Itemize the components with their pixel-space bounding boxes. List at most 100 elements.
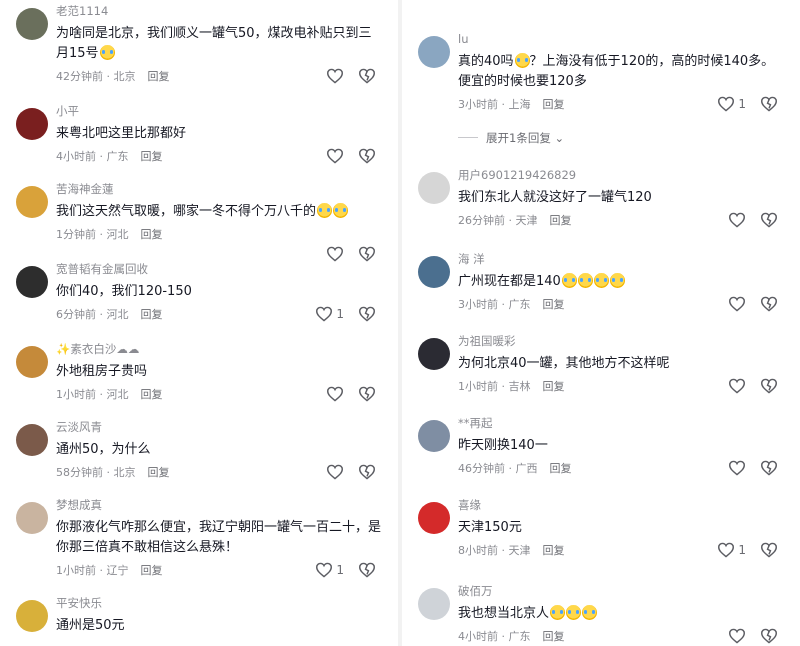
like-button[interactable] <box>728 378 746 394</box>
reply-button[interactable]: 回复 <box>141 150 163 163</box>
avatar[interactable] <box>16 346 48 378</box>
comment-time: 8小时前 <box>458 544 498 557</box>
crying-laugh-emoji-icon <box>566 605 582 620</box>
meta-separator: · <box>103 466 114 479</box>
reply-button[interactable]: 回复 <box>141 308 163 321</box>
dislike-button[interactable] <box>358 464 376 480</box>
avatar[interactable] <box>16 108 48 140</box>
heart-icon <box>728 460 746 476</box>
reply-button[interactable]: 回复 <box>141 228 163 241</box>
dislike-button[interactable] <box>760 212 778 228</box>
like-button[interactable] <box>728 628 746 644</box>
heart-icon <box>717 542 735 558</box>
comment-text: 天津150元 <box>458 518 784 538</box>
avatar[interactable] <box>418 36 450 68</box>
dislike-button[interactable] <box>358 562 376 578</box>
dislike-button[interactable] <box>358 306 376 322</box>
heart-icon <box>717 96 735 112</box>
avatar[interactable] <box>418 338 450 370</box>
comment-author[interactable]: 宽普韬有金属回收 <box>56 262 382 276</box>
expand-replies-button[interactable]: 展开1条回复 ⌄ <box>458 130 564 146</box>
comment-author[interactable]: 喜缘 <box>458 498 784 512</box>
avatar[interactable] <box>418 172 450 204</box>
dislike-button[interactable] <box>760 628 778 644</box>
comment-time: 26分钟前 <box>458 214 505 227</box>
avatar[interactable] <box>418 502 450 534</box>
avatar[interactable] <box>418 256 450 288</box>
reply-button[interactable]: 回复 <box>148 70 170 83</box>
dislike-button[interactable] <box>358 68 376 84</box>
avatar[interactable] <box>418 588 450 620</box>
comment-author[interactable]: 梦想成真 <box>56 498 382 512</box>
heart-icon <box>326 68 344 84</box>
like-button[interactable]: 1 <box>315 562 344 578</box>
reply-button[interactable]: 回复 <box>550 214 572 227</box>
comment-time: 1小时前 <box>56 564 96 577</box>
reply-button[interactable]: 回复 <box>550 462 572 475</box>
broken-heart-icon <box>358 68 376 84</box>
comment-text-content: 天津150元 <box>458 520 522 535</box>
dislike-button[interactable] <box>358 386 376 402</box>
broken-heart-icon <box>760 212 778 228</box>
comment-author[interactable]: 老范1114 <box>56 4 382 18</box>
comment-time: 46分钟前 <box>458 462 505 475</box>
reply-button[interactable]: 回复 <box>543 98 565 111</box>
comment-text: 通州50，为什么 <box>56 440 382 460</box>
like-button[interactable]: 1 <box>717 96 746 112</box>
reply-button[interactable]: 回复 <box>543 544 565 557</box>
reply-button[interactable]: 回复 <box>141 388 163 401</box>
like-button[interactable]: 1 <box>315 306 344 322</box>
comment-author[interactable]: 平安快乐 <box>56 596 382 610</box>
like-button[interactable] <box>326 68 344 84</box>
reply-button[interactable]: 回复 <box>148 466 170 479</box>
like-button[interactable] <box>728 212 746 228</box>
comment-actions <box>326 464 376 480</box>
avatar[interactable] <box>16 266 48 298</box>
reply-button[interactable]: 回复 <box>543 298 565 311</box>
like-button[interactable] <box>326 148 344 164</box>
comment-text: 外地租房子贵吗 <box>56 362 382 382</box>
comment-author[interactable]: 破佰万 <box>458 584 784 598</box>
avatar[interactable] <box>16 186 48 218</box>
like-button[interactable] <box>326 386 344 402</box>
comment-author[interactable]: lu <box>458 32 784 46</box>
comment-author[interactable]: 为祖国暖彩 <box>458 334 784 348</box>
dislike-button[interactable] <box>358 148 376 164</box>
dislike-button[interactable] <box>760 296 778 312</box>
comment-time: 3小时前 <box>458 98 498 111</box>
like-button[interactable] <box>728 296 746 312</box>
like-button[interactable] <box>326 464 344 480</box>
comment-author[interactable]: 苦海神金蓮 <box>56 182 382 196</box>
comment-author[interactable]: ✨素衣白沙☁☁ <box>56 342 382 356</box>
comment-text-content: 我也想当北京人 <box>458 606 550 621</box>
like-count: 1 <box>336 307 344 321</box>
like-button[interactable] <box>728 460 746 476</box>
like-button[interactable]: 1 <box>717 542 746 558</box>
dislike-button[interactable] <box>760 460 778 476</box>
avatar[interactable] <box>16 502 48 534</box>
like-button[interactable] <box>326 246 344 262</box>
comment-actions <box>728 378 778 394</box>
broken-heart-icon <box>760 542 778 558</box>
avatar[interactable] <box>418 420 450 452</box>
reply-button[interactable]: 回复 <box>543 380 565 393</box>
comment-text: 为何北京40一罐，其他地方不这样呢 <box>458 354 784 374</box>
comment-author[interactable]: 小平 <box>56 104 382 118</box>
dislike-button[interactable] <box>760 378 778 394</box>
comment-location: 广东 <box>106 150 129 163</box>
dislike-button[interactable] <box>760 96 778 112</box>
reply-button[interactable]: 回复 <box>141 564 163 577</box>
dislike-button[interactable] <box>358 246 376 262</box>
crying-laugh-emoji-icon <box>577 273 593 288</box>
avatar[interactable] <box>16 600 48 632</box>
avatar[interactable] <box>16 8 48 40</box>
reply-button[interactable]: 回复 <box>543 630 565 643</box>
comment-time: 4小时前 <box>56 150 96 163</box>
comment-author[interactable]: 海 洋 <box>458 252 784 266</box>
comment-author[interactable]: 云淡风青 <box>56 420 382 434</box>
comment-author[interactable]: 用户6901219426829 <box>458 168 784 182</box>
meta-separator: · <box>505 214 516 227</box>
dislike-button[interactable] <box>760 542 778 558</box>
avatar[interactable] <box>16 424 48 456</box>
comment-author[interactable]: **再起 <box>458 416 784 430</box>
